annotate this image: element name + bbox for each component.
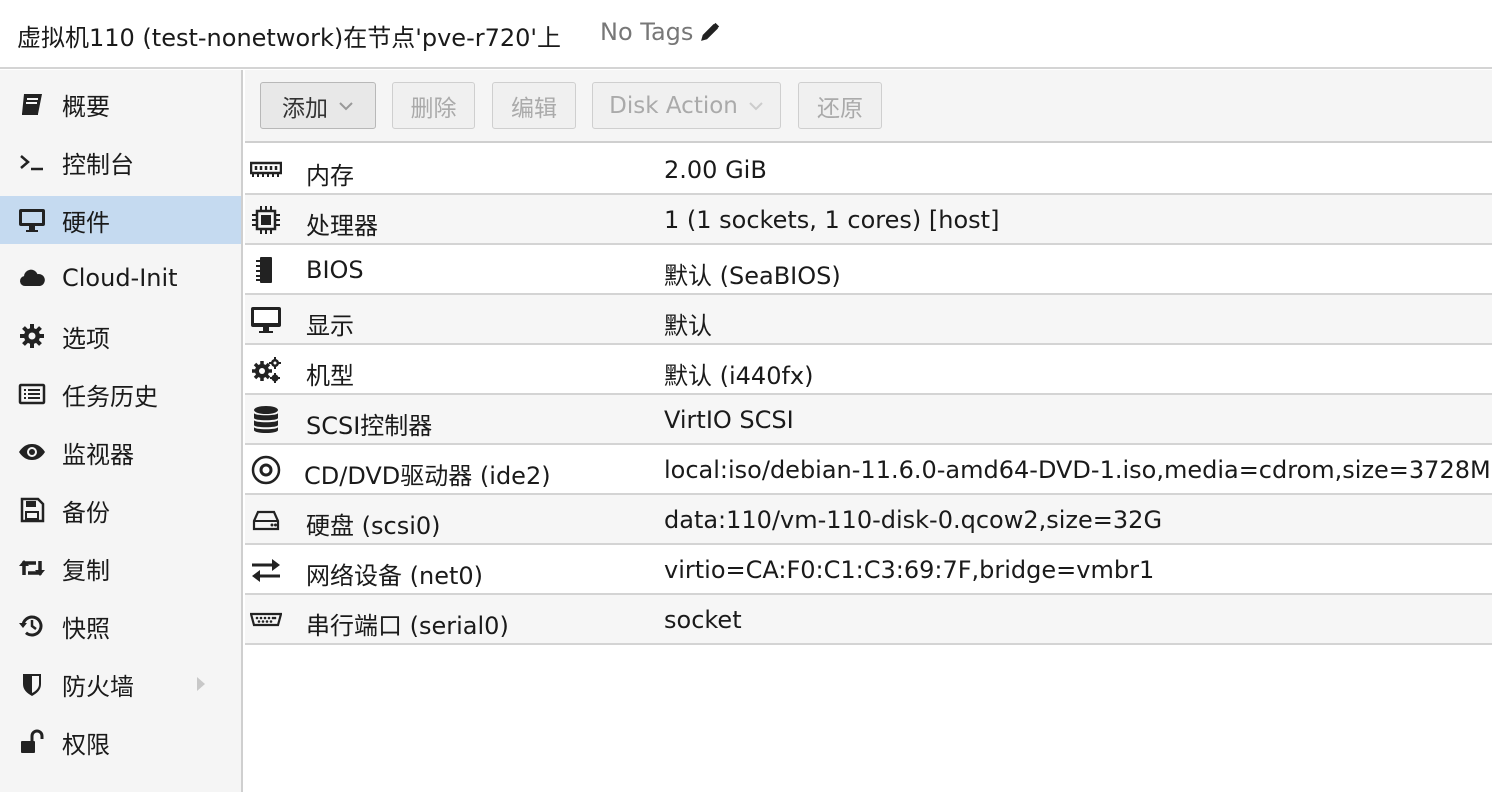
- sidebar-item-label: 监视器: [62, 440, 134, 469]
- remove-button[interactable]: 删除: [392, 82, 475, 129]
- microchip-icon: [249, 254, 283, 286]
- remove-button-label: 删除: [410, 95, 457, 122]
- hardware-name: CD/DVD驱动器 (ide2): [304, 462, 551, 490]
- sidebar-item-label: 控制台: [62, 150, 134, 179]
- sidebar-item-monitor[interactable]: 监视器: [0, 428, 241, 476]
- tags-area[interactable]: No Tags: [600, 18, 721, 46]
- revert-button-label: 还原: [817, 95, 863, 122]
- retweet-icon: [16, 552, 48, 584]
- hardware-name: 内存: [306, 162, 354, 190]
- cdrom-icon: [249, 454, 283, 486]
- hardware-row-network[interactable]: 网络设备 (net0) virtio=CA:F0:C1:C3:69:7F,bri…: [245, 545, 1492, 595]
- page-title: 虚拟机110 (test-nonetwork)在节点'pve-r720'上: [17, 24, 562, 52]
- sidebar-item-label: 硬件: [62, 208, 110, 237]
- hardware-name: 机型: [306, 362, 354, 390]
- exchange-icon: [249, 554, 283, 586]
- hardware-row-bios[interactable]: BIOS 默认 (SeaBIOS): [245, 245, 1492, 295]
- sidebar-item-label: Cloud-Init: [62, 264, 178, 292]
- sidebar-item-cloud-init[interactable]: Cloud-Init: [0, 254, 241, 302]
- hardware-toolbar: 添加 删除 编辑 Disk Action 还原: [245, 70, 1492, 143]
- history-icon: [16, 610, 48, 642]
- desktop-icon: [249, 304, 283, 336]
- sidebar-item-backup[interactable]: 备份: [0, 486, 241, 534]
- hardware-name: 处理器: [306, 212, 378, 240]
- add-button-label: 添加: [282, 95, 328, 122]
- shield-icon: [16, 668, 48, 700]
- hardware-value: data:110/vm-110-disk-0.qcow2,size=32G: [664, 506, 1163, 534]
- sidebar-item-label: 概要: [62, 92, 110, 121]
- database-icon: [249, 404, 283, 436]
- hardware-name: 串行端口 (serial0): [306, 612, 509, 640]
- hardware-row-processor[interactable]: 处理器 1 (1 sockets, 1 cores) [host]: [245, 195, 1492, 245]
- eye-icon: [16, 436, 48, 468]
- hardware-value: 2.00 GiB: [664, 156, 767, 184]
- sidebar-item-replication[interactable]: 复制: [0, 544, 241, 592]
- memory-icon: [249, 154, 283, 186]
- hardware-row-cdrom[interactable]: CD/DVD驱动器 (ide2) local:iso/debian-11.6.0…: [245, 445, 1492, 495]
- chevron-down-icon: [339, 101, 353, 110]
- hardware-value: VirtIO SCSI: [664, 406, 794, 434]
- sidebar-item-permissions[interactable]: 权限: [0, 718, 241, 766]
- sidebar-item-label: 复制: [62, 556, 110, 585]
- hardware-row-scsi-controller[interactable]: SCSI控制器 VirtIO SCSI: [245, 395, 1492, 445]
- disk-action-button[interactable]: Disk Action: [592, 82, 781, 129]
- hardware-value: 默认 (SeaBIOS): [664, 262, 841, 290]
- sidebar-item-summary[interactable]: 概要: [0, 80, 241, 128]
- revert-button[interactable]: 还原: [798, 82, 882, 129]
- serial-port-icon: [249, 604, 283, 636]
- hardware-row-memory[interactable]: 内存 2.00 GiB: [245, 145, 1492, 195]
- sidebar-item-label: 任务历史: [62, 382, 158, 411]
- add-button[interactable]: 添加: [260, 82, 376, 129]
- unlock-icon: [16, 726, 48, 758]
- sidebar-item-hardware[interactable]: 硬件: [0, 196, 241, 244]
- sidebar-item-firewall[interactable]: 防火墙: [0, 660, 241, 708]
- sidebar-item-snapshots[interactable]: 快照: [0, 602, 241, 650]
- hardware-value: 默认 (i440fx): [664, 362, 814, 390]
- sidebar-item-options[interactable]: 选项: [0, 312, 241, 360]
- sidebar-item-label: 防火墙: [62, 672, 134, 701]
- desktop-icon: [16, 204, 48, 236]
- book-icon: [16, 88, 48, 120]
- hardware-value: socket: [664, 606, 742, 634]
- hardware-name: BIOS: [306, 256, 364, 284]
- sidebar-item-label: 权限: [62, 730, 110, 759]
- hdd-icon: [249, 504, 283, 536]
- cpu-icon: [249, 204, 283, 236]
- expand-arrow-icon[interactable]: [195, 675, 207, 693]
- hardware-name: 显示: [306, 312, 354, 340]
- hardware-grid: 内存 2.00 GiB 处理器 1 (1 sockets, 1 cores) […: [245, 145, 1492, 645]
- hardware-value: 1 (1 sockets, 1 cores) [host]: [664, 206, 1000, 234]
- hardware-name: 网络设备 (net0): [306, 562, 484, 590]
- hardware-value: 默认: [664, 312, 712, 340]
- edit-button[interactable]: 编辑: [492, 82, 576, 129]
- sidebar-item-label: 选项: [62, 324, 110, 353]
- cogs-icon: [249, 354, 283, 386]
- hardware-name: 硬盘 (scsi0): [306, 512, 441, 540]
- title-bar: 虚拟机110 (test-nonetwork)在节点'pve-r720'上 No…: [0, 0, 1492, 69]
- sidebar-item-task-history[interactable]: 任务历史: [0, 370, 241, 418]
- cloud-icon: [16, 262, 48, 294]
- hardware-value: virtio=CA:F0:C1:C3:69:7F,bridge=vmbr1: [664, 556, 1155, 584]
- hardware-value: local:iso/debian-11.6.0-amd64-DVD-1.iso,…: [664, 456, 1491, 484]
- sidebar-item-label: 备份: [62, 498, 110, 527]
- floppy-icon: [16, 494, 48, 526]
- terminal-icon: [16, 146, 48, 178]
- hardware-row-display[interactable]: 显示 默认: [245, 295, 1492, 345]
- edit-button-label: 编辑: [511, 95, 557, 122]
- pencil-icon[interactable]: [699, 21, 721, 43]
- hardware-row-machine[interactable]: 机型 默认 (i440fx): [245, 345, 1492, 395]
- sidebar-nav: 概要 控制台 硬件 Cloud-Init 选项 任务历史 监视器 备份 复制 快…: [0, 70, 243, 792]
- no-tags-label: No Tags: [600, 18, 694, 46]
- sidebar-item-label: 快照: [62, 614, 110, 643]
- hardware-name: SCSI控制器: [306, 412, 433, 440]
- gear-icon: [16, 320, 48, 352]
- hardware-row-serial[interactable]: 串行端口 (serial0) socket: [245, 595, 1492, 645]
- list-icon: [16, 378, 48, 410]
- sidebar-item-console[interactable]: 控制台: [0, 138, 241, 186]
- disk-action-label: Disk Action: [609, 92, 738, 119]
- chevron-down-icon: [749, 101, 763, 110]
- hardware-row-hard-disk[interactable]: 硬盘 (scsi0) data:110/vm-110-disk-0.qcow2,…: [245, 495, 1492, 545]
